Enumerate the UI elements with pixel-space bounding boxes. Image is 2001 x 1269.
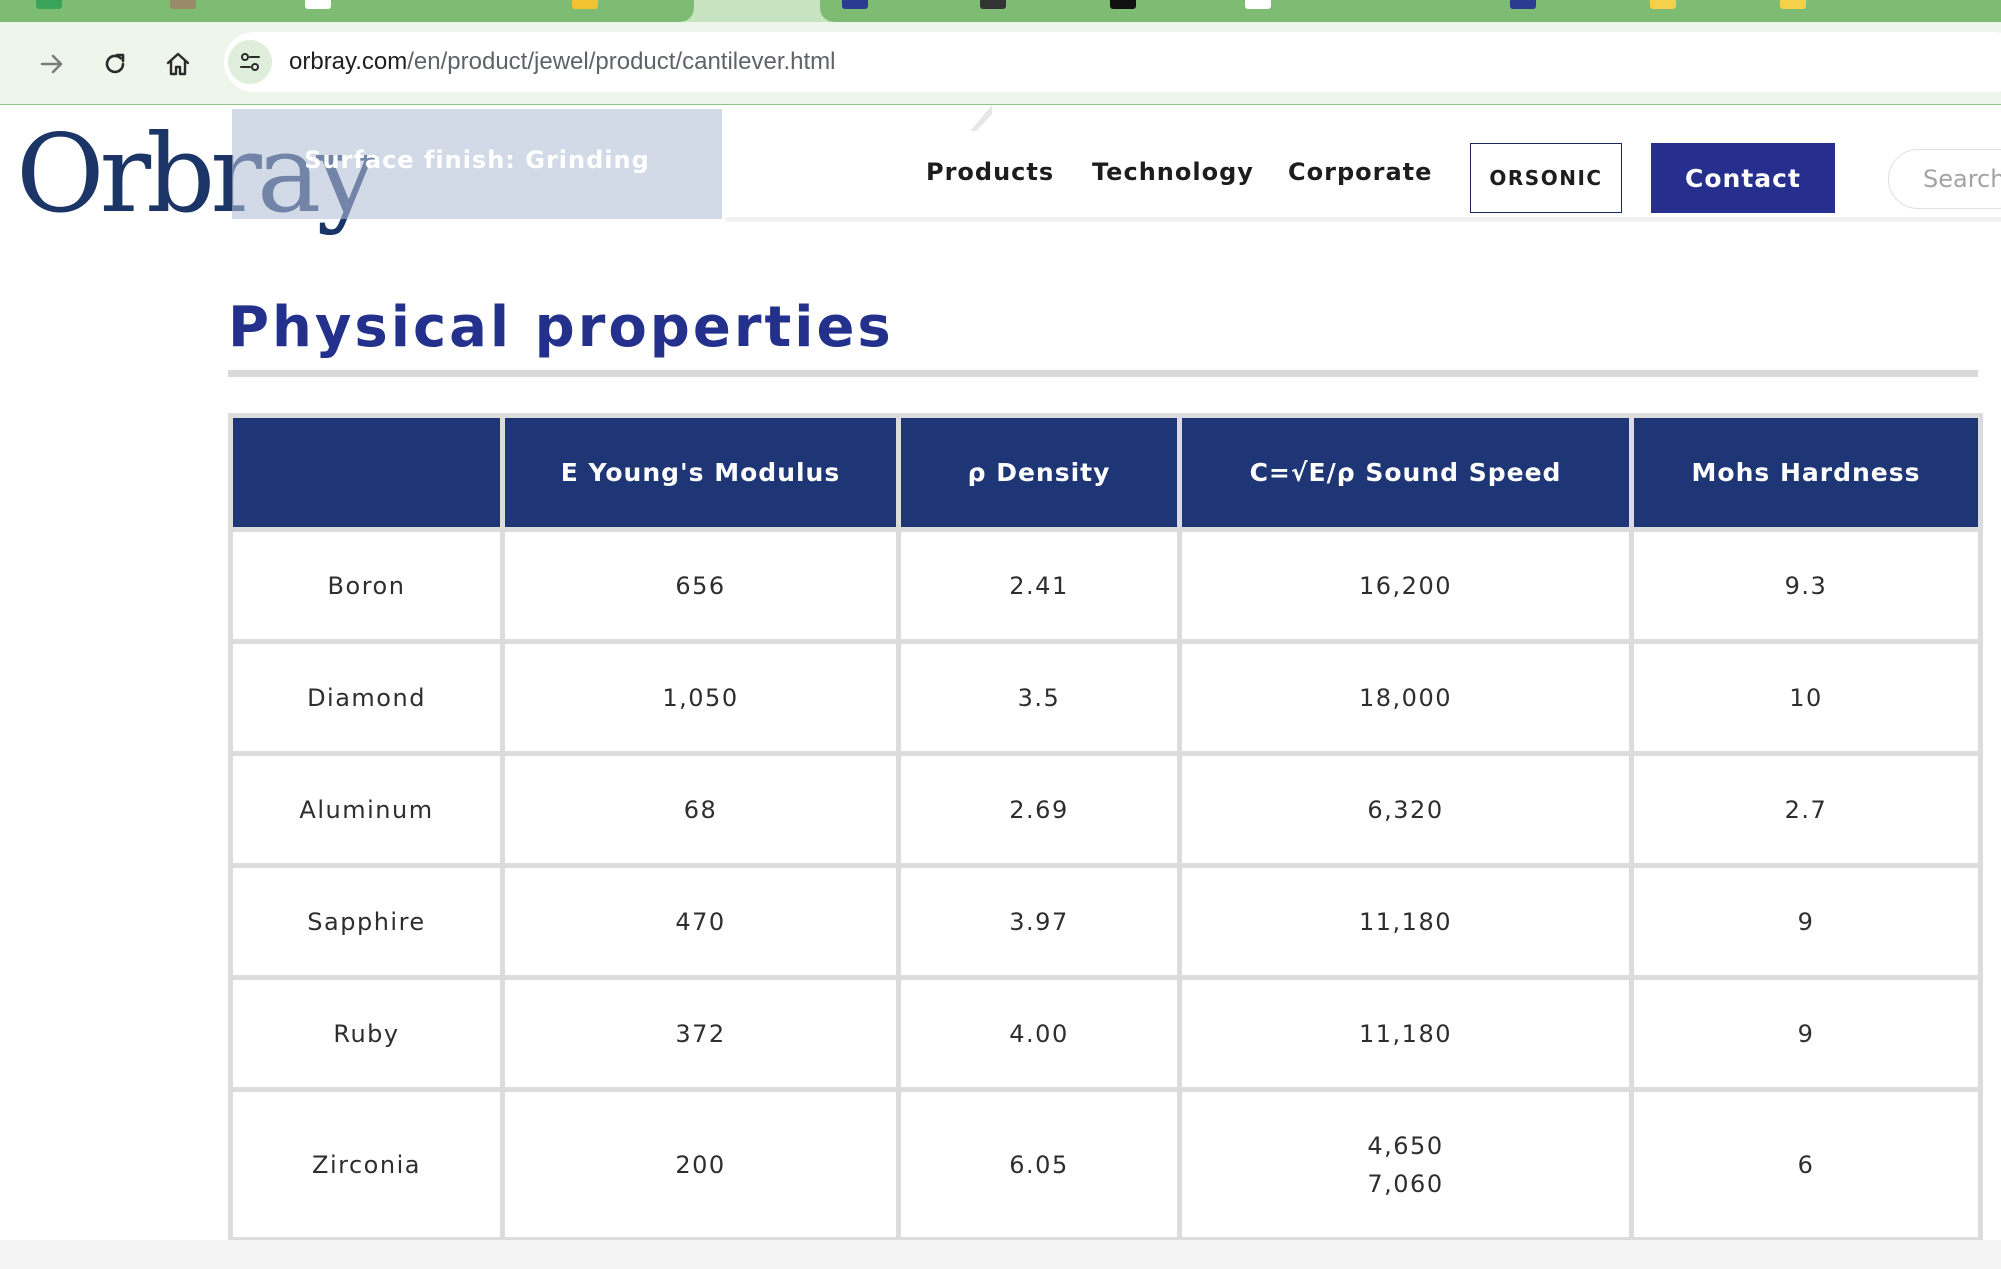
reload-icon (105, 53, 125, 74)
page-title: Physical properties (228, 295, 894, 360)
cell-material: Sapphire (233, 868, 500, 975)
cell-hardness: 10 (1634, 644, 1978, 751)
search-input[interactable]: Search (1888, 149, 2001, 209)
table-row: Zirconia 200 6.05 4,650 7,060 6 (233, 1092, 1978, 1237)
cell-density: 2.41 (901, 532, 1177, 639)
cell-hardness: 9 (1634, 980, 1978, 1087)
header-density: ρ Density (901, 418, 1177, 527)
header-divider (725, 217, 2001, 222)
sound-speed-value: 4,650 (1367, 1131, 1444, 1160)
inactive-tabs-left[interactable] (0, 0, 694, 22)
tab-favicon-icon (1510, 0, 1536, 9)
header-mohs-hardness: Mohs Hardness (1634, 418, 1978, 527)
tab-favicon-icon (170, 0, 196, 9)
properties-table-container: E Young's Modulus ρ Density C=√E/ρ Sound… (228, 413, 1983, 1242)
cell-sound-speed: 11,180 (1182, 868, 1629, 975)
reload-button[interactable] (95, 44, 135, 84)
cell-modulus: 68 (505, 756, 896, 863)
tab-favicon-icon (305, 0, 331, 9)
nav-corporate[interactable]: Corporate (1288, 158, 1432, 186)
cell-material: Ruby (233, 980, 500, 1087)
tab-favicon-icon (980, 0, 1006, 9)
tab-favicon-icon (1110, 0, 1136, 9)
table-row: Diamond 1,050 3.5 18,000 10 (233, 644, 1978, 751)
home-button[interactable] (158, 44, 198, 84)
site-header: Orbray Surface finish: Grinding Products… (0, 105, 2001, 229)
cell-material: Diamond (233, 644, 500, 751)
site-info-button[interactable] (228, 40, 272, 84)
cell-modulus: 200 (505, 1092, 896, 1237)
cell-density: 4.00 (901, 980, 1177, 1087)
sound-speed-value: 7,060 (1367, 1169, 1444, 1198)
address-bar[interactable]: orbray.com/en/product/jewel/product/cant… (224, 32, 2001, 92)
table-row: Boron 656 2.41 16,200 9.3 (233, 532, 1978, 639)
cell-hardness: 9.3 (1634, 532, 1978, 639)
cell-modulus: 470 (505, 868, 896, 975)
page-bottom-band (0, 1240, 2001, 1269)
address-url[interactable]: orbray.com/en/product/jewel/product/cant… (289, 32, 836, 92)
browser-tab-strip (0, 0, 2001, 22)
header-sound-speed: C=√E/ρ Sound Speed (1182, 418, 1629, 527)
forward-button[interactable] (32, 44, 72, 84)
tab-favicon-icon (1650, 0, 1676, 9)
table-row: Sapphire 470 3.97 11,180 9 (233, 868, 1978, 975)
cell-sound-speed: 16,200 (1182, 532, 1629, 639)
table-row: Ruby 372 4.00 11,180 9 (233, 980, 1978, 1087)
cell-sound-speed: 11,180 (1182, 980, 1629, 1087)
cell-hardness: 9 (1634, 868, 1978, 975)
url-path: /en/product/jewel/product/cantilever.htm… (407, 48, 836, 75)
header-material (233, 418, 500, 527)
cell-material: Aluminum (233, 756, 500, 863)
cell-density: 2.69 (901, 756, 1177, 863)
nav-technology[interactable]: Technology (1092, 158, 1254, 186)
header-youngs-modulus: E Young's Modulus (505, 418, 896, 527)
cell-density: 3.97 (901, 868, 1177, 975)
tab-favicon-icon (1245, 0, 1271, 9)
inactive-tabs-right[interactable] (820, 0, 2001, 22)
cell-modulus: 1,050 (505, 644, 896, 751)
cell-material: Zirconia (233, 1092, 500, 1237)
title-underline (228, 370, 1978, 377)
tab-favicon-icon (1780, 0, 1806, 9)
tab-favicon-icon (36, 0, 62, 9)
table-row: Aluminum 68 2.69 6,320 2.7 (233, 756, 1978, 863)
cell-hardness: 6 (1634, 1092, 1978, 1237)
surface-finish-label: Surface finish: Grinding (304, 146, 650, 174)
cell-hardness: 2.7 (1634, 756, 1978, 863)
nav-products[interactable]: Products (926, 158, 1054, 186)
properties-table: E Young's Modulus ρ Density C=√E/ρ Sound… (228, 413, 1983, 1242)
cell-density: 3.5 (901, 644, 1177, 751)
cell-sound-speed: 4,650 7,060 (1182, 1092, 1629, 1237)
home-icon (166, 52, 190, 76)
orsonic-button[interactable]: ORSONIC (1470, 143, 1622, 213)
url-host: orbray.com (289, 48, 408, 75)
tab-favicon-icon (842, 0, 868, 9)
cell-sound-speed: 18,000 (1182, 644, 1629, 751)
cell-modulus: 372 (505, 980, 896, 1087)
cell-sound-speed: 6,320 (1182, 756, 1629, 863)
decorative-pen-graphic (970, 105, 992, 131)
search-placeholder: Search (1923, 165, 2001, 193)
site-info-icon (240, 53, 260, 71)
cell-material: Boron (233, 532, 500, 639)
cell-density: 6.05 (901, 1092, 1177, 1237)
surface-finish-overlay: Surface finish: Grinding (232, 109, 722, 219)
forward-arrow-icon (40, 54, 63, 74)
browser-toolbar: orbray.com/en/product/jewel/product/cant… (0, 22, 2001, 105)
table-header-row: E Young's Modulus ρ Density C=√E/ρ Sound… (233, 418, 1978, 527)
cell-modulus: 656 (505, 532, 896, 639)
contact-button[interactable]: Contact (1651, 143, 1835, 213)
tab-favicon-icon (572, 0, 598, 9)
